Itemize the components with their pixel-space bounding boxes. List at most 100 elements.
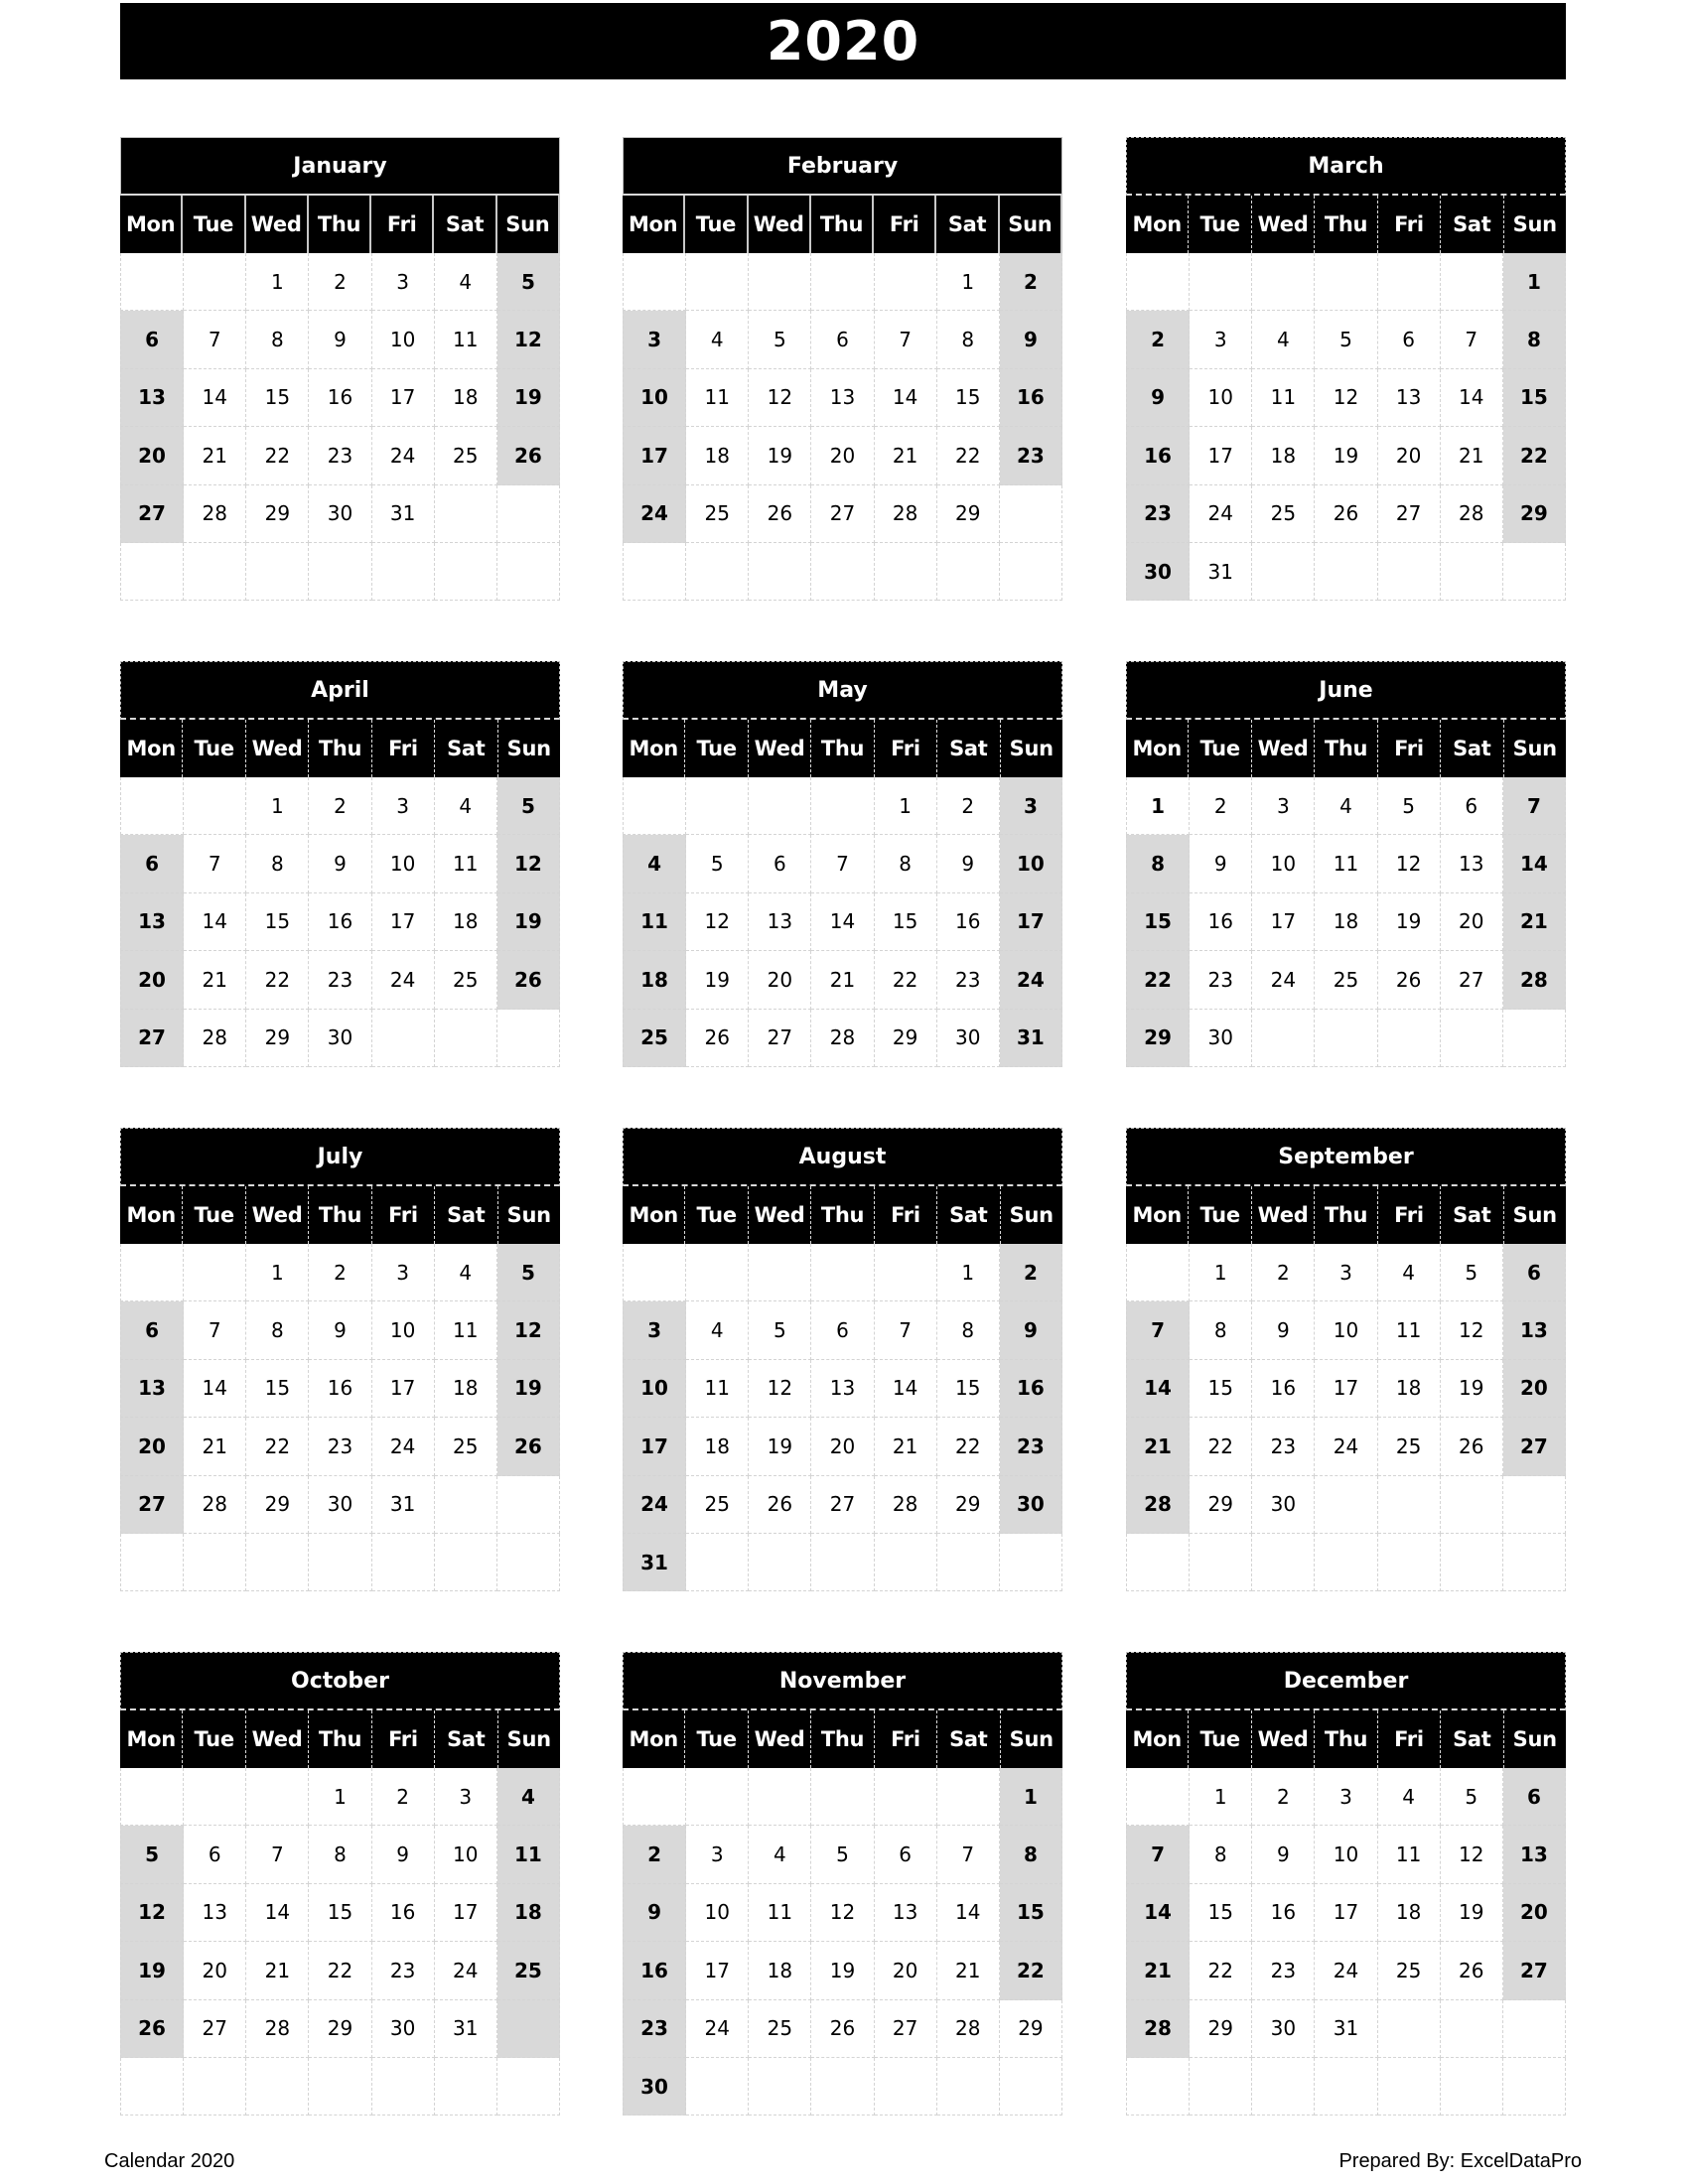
weekday-label: Tue — [685, 1186, 749, 1244]
day-cell: 14 — [874, 368, 937, 428]
empty-day-cell — [999, 1533, 1062, 1592]
day-cell: 3 — [434, 1768, 497, 1827]
day-cell: 16 — [936, 892, 1000, 952]
day-cell: 23 — [936, 951, 1000, 1010]
day-cell: 27 — [1440, 951, 1503, 1010]
day-cell: 23 — [1190, 951, 1253, 1010]
empty-day-cell — [999, 2057, 1062, 2116]
weekday-label: Tue — [183, 720, 246, 777]
day-cell: 27 — [1502, 1418, 1566, 1476]
footer-calendar-label: Calendar 2020 — [104, 2150, 235, 2172]
day-cell: 9 — [999, 1301, 1062, 1360]
day-cell: 3 — [999, 777, 1062, 836]
empty-day-cell — [184, 542, 247, 602]
week-row: 13 14 15 16 17 18 19 — [120, 1359, 560, 1419]
day-cell: 7 — [874, 1301, 937, 1360]
day-cell: 15 — [1190, 1883, 1253, 1943]
empty-day-cell — [496, 542, 560, 602]
week-row: 30 — [623, 2057, 1062, 2116]
day-cell: 8 — [936, 1301, 1000, 1360]
month-december: December Mon Tue Wed Thu Fri Sat Sun 1 2 3 4 5 6 7 8 9 10… — [1126, 1652, 1566, 2116]
weekday-label: Tue — [1189, 720, 1252, 777]
day-cell: 10 — [1315, 1301, 1378, 1360]
empty-day-cell — [811, 253, 875, 312]
empty-day-cell — [120, 1768, 185, 1827]
weekday-label: Sun — [1009, 1727, 1054, 1751]
day-cell: 14 — [1126, 1359, 1191, 1419]
weekday-label: Thu — [1315, 1186, 1378, 1244]
day-cell: 4 — [749, 1826, 812, 1884]
day-cell: 1 — [1126, 777, 1191, 836]
day-cell: 25 — [434, 427, 497, 485]
empty-day-cell — [623, 1768, 687, 1827]
weekday-label: Wed — [1252, 1710, 1316, 1768]
week-row: 10 11 12 13 14 15 16 — [623, 1359, 1062, 1419]
day-cell: 29 — [999, 1999, 1062, 2058]
day-cell: 3 — [623, 311, 687, 369]
week-row: 9 10 11 12 13 14 15 — [1126, 368, 1566, 428]
empty-day-cell — [371, 1009, 435, 1067]
day-cell: 21 — [184, 1418, 247, 1476]
day-cell: 14 — [1502, 835, 1566, 893]
day-cell: 22 — [1190, 1418, 1253, 1476]
weekday-header-row: Mon Tue Wed Thu Fri Sat Sun — [120, 196, 560, 253]
weekday-label: Thu — [1315, 720, 1378, 777]
week-row: 20 21 22 23 24 25 26 — [120, 951, 560, 1010]
week-row: 6 7 8 9 10 11 12 — [120, 835, 560, 893]
month-name: October — [120, 1652, 560, 1710]
week-row: 14 15 16 17 18 19 20 — [1126, 1883, 1566, 1943]
day-cell: 26 — [496, 1418, 560, 1476]
weekday-label: Sun — [1512, 737, 1557, 760]
day-cell: 12 — [749, 368, 812, 428]
day-cell: 30 — [999, 1475, 1062, 1534]
weekday-label: Sat — [434, 196, 497, 253]
day-cell: 31 — [1315, 1999, 1378, 2058]
day-cell: 20 — [120, 427, 185, 485]
day-cell: 10 — [1315, 1826, 1378, 1884]
day-cell: 18 — [434, 368, 497, 428]
weekday-label: Tue — [685, 196, 749, 253]
week-row: 12345 — [120, 1244, 560, 1302]
day-cell: 28 — [246, 1999, 310, 2058]
day-cell: 20 — [811, 1418, 875, 1476]
weekday-label: Mon — [120, 1186, 184, 1244]
day-cell: 29 — [936, 1475, 1000, 1534]
day-cell: 30 — [371, 1999, 435, 2058]
day-cell: 6 — [120, 835, 185, 893]
day-cell: 12 — [749, 1359, 812, 1419]
weekday-header-row: Mon Tue Wed Thu Fri Sat Sun — [120, 1186, 560, 1244]
day-cell: 20 — [120, 951, 185, 1010]
day-cell: 15 — [999, 1883, 1062, 1943]
day-cell: 28 — [1126, 1475, 1191, 1534]
day-cell: 28 — [1126, 1999, 1191, 2058]
day-cell: 2 — [999, 253, 1062, 312]
day-cell: 24 — [1315, 1418, 1378, 1476]
day-cell: 21 — [1502, 892, 1566, 952]
day-cell: 28 — [1440, 484, 1503, 543]
day-cell: 6 — [811, 311, 875, 369]
empty-day-cell — [184, 777, 247, 836]
weekday-label: Sat — [937, 1186, 1001, 1244]
day-cell: 21 — [1126, 1942, 1191, 2000]
empty-day-cell — [749, 542, 812, 602]
empty-day-cell — [1126, 2057, 1191, 2116]
empty-day-cell — [246, 1533, 310, 1592]
empty-day-cell — [1440, 2057, 1503, 2116]
day-cell: 9 — [999, 311, 1062, 369]
empty-day-cell — [1377, 2057, 1441, 2116]
day-cell: 6 — [184, 1826, 247, 1884]
day-cell: 5 — [686, 835, 750, 893]
weekday-label: Wed — [1252, 720, 1316, 777]
empty-day-cell — [1190, 1533, 1253, 1592]
week-row: 24 25 26 27 28 29 30 — [623, 1475, 1062, 1534]
day-cell: 23 — [1252, 1418, 1316, 1476]
day-cell: 5 — [120, 1826, 185, 1884]
empty-day-cell — [686, 1768, 750, 1827]
day-cell: 11 — [496, 1826, 560, 1884]
week-row: 1234 — [120, 1768, 560, 1827]
weekday-label: Thu — [309, 196, 372, 253]
week-row: 123456 — [1126, 1244, 1566, 1302]
month-name: May — [623, 661, 1062, 720]
day-cell: 26 — [1440, 1942, 1503, 2000]
day-cell: 4 — [1252, 311, 1316, 369]
